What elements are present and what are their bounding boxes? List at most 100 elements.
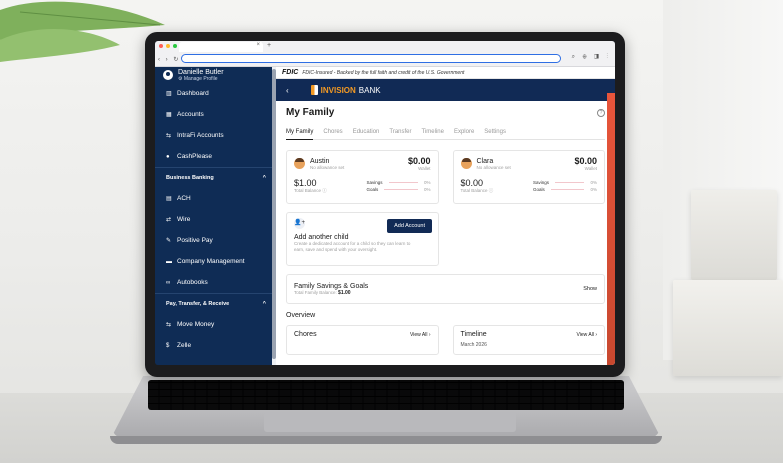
savings-meter: Savings 0%	[367, 180, 431, 185]
goals-label: Goals	[366, 187, 379, 192]
sidebar-item-dashboard[interactable]: ▥ Dashboard	[155, 83, 276, 104]
sidebar-item-icon: ▥	[166, 91, 172, 97]
sidebar-item-icon: ∞	[166, 279, 171, 286]
tab-education[interactable]: Education	[353, 129, 380, 135]
profile-name: Danielle Butler	[178, 68, 224, 76]
add-child-description: Create a dedicated account for a child s…	[294, 241, 411, 252]
sidebar-item-label: Zelle	[177, 342, 192, 349]
allowance-status: No allowance set	[476, 164, 511, 170]
timeline-card: Timeline View All › March 2026	[452, 325, 605, 355]
laptop-screen: × + ‹ › ↻ ⓘ ⌕ ⊕ ◨ ⋮ Danielle Butler ⚙ Ma…	[155, 41, 615, 365]
brand-header: ‹ INVISION BANK	[276, 79, 615, 101]
allowance-status: No allowance set	[310, 164, 345, 170]
sidebar-item-icon: ✎	[166, 238, 172, 244]
fdic-logo: FDIC	[282, 69, 299, 76]
tab-transfer[interactable]: Transfer	[389, 129, 411, 135]
add-person-icon: 👤+	[294, 218, 305, 229]
tab-my-family[interactable]: My Family	[286, 129, 314, 140]
savings-label: Savings	[533, 180, 550, 185]
section-label: Business Banking	[166, 175, 214, 181]
sidebar-item-label: IntraFi Accounts	[177, 132, 224, 139]
tab-timeline[interactable]: Timeline	[422, 129, 444, 135]
browser-toolbar-icons[interactable]: ⌕ ⊕ ◨ ⋮	[572, 54, 611, 61]
goals-percent: 0%	[423, 187, 431, 192]
sidebar-item-autobooks[interactable]: ∞ Autobooks	[155, 272, 276, 293]
sidebar-item-ach[interactable]: ▤ ACH	[155, 188, 276, 209]
show-button[interactable]: Show	[583, 286, 597, 292]
sidebar-item-icon: ●	[166, 153, 170, 160]
savings-progress-track	[388, 182, 418, 183]
family-balance-label: Total Family Balance:	[294, 289, 337, 295]
sidebar-item-icon: ⇆	[166, 322, 172, 328]
fdic-banner: FDIC FDIC-Insured - Backed by the full f…	[276, 67, 615, 79]
section-label: Pay, Transfer, & Receive	[166, 301, 230, 307]
sidebar-item-label: Positive Pay	[177, 237, 213, 244]
wallet-label: Wallet	[418, 166, 431, 171]
total-balance-amount: $1.00	[294, 178, 317, 188]
manage-profile-link[interactable]: ⚙ Manage Profile	[178, 76, 224, 82]
sidebar-item-wire[interactable]: ⇄ Wire	[155, 209, 276, 230]
close-window-icon[interactable]	[159, 44, 163, 48]
total-balance-label: Total Balance ⓘ	[294, 188, 327, 193]
tab-chores[interactable]: Chores	[323, 129, 342, 135]
goals-label: Goals	[533, 187, 545, 192]
sidebar-item-cashplease[interactable]: ● CashPlease	[155, 146, 276, 167]
browser-chrome: × + ‹ › ↻ ⓘ ⌕ ⊕ ◨ ⋮	[155, 41, 615, 67]
sidebar-item-accounts[interactable]: ▦ Accounts	[155, 104, 276, 125]
family-balance-amount: $1.00	[338, 289, 351, 296]
tab-settings[interactable]: Settings	[484, 129, 506, 135]
child-card[interactable]: Clara No allowance set $0.00 Wallet $0.00 Tot…	[452, 150, 605, 204]
savings-percent: 0%	[423, 180, 431, 185]
overview-heading: Overview	[286, 312, 316, 319]
desktop-wallpaper-edge	[607, 93, 615, 365]
sidebar-item-label: Autobooks	[177, 279, 208, 286]
goals-meter: Goals 0%	[533, 187, 597, 192]
goals-progress-track	[384, 189, 418, 190]
section-business-banking[interactable]: Business Banking ^	[155, 167, 276, 188]
app-window: Danielle Butler ⚙ Manage Profile ▥ Dashbo…	[155, 67, 615, 365]
bank-logo: INVISION BANK	[310, 85, 381, 95]
help-icon[interactable]: ?	[597, 108, 605, 117]
sidebar-item-zelle[interactable]: $ Zelle	[155, 335, 276, 356]
maximize-window-icon[interactable]	[173, 44, 177, 48]
chevron-up-icon: ^	[262, 301, 266, 307]
wallet-label: Wallet	[584, 166, 597, 171]
chores-card: Chores View All ›	[286, 325, 439, 355]
new-tab-icon[interactable]: +	[267, 42, 271, 49]
total-balance-label: Total Balance ⓘ	[460, 188, 494, 193]
sidebar: Danielle Butler ⚙ Manage Profile ▥ Dashbo…	[155, 67, 276, 365]
sidebar-item-company-management[interactable]: ▬ Company Management	[155, 251, 276, 272]
back-arrow-icon[interactable]: ‹	[286, 86, 289, 95]
sidebar-item-move-money[interactable]: ⇆ Move Money	[155, 314, 276, 335]
laptop-front-edge	[110, 436, 662, 444]
chores-title: Chores	[294, 331, 317, 338]
laptop-trackpad	[264, 412, 516, 432]
window-controls[interactable]	[159, 44, 177, 48]
timeline-title: Timeline	[460, 331, 487, 338]
profile-header[interactable]: Danielle Butler ⚙ Manage Profile	[155, 67, 276, 83]
sidebar-item-label: Dashboard	[177, 90, 209, 97]
add-account-button[interactable]: Add Account	[387, 219, 432, 233]
browser-tab[interactable]: ×	[179, 42, 263, 52]
tab-close-icon[interactable]: ×	[256, 42, 260, 48]
timeline-view-all-link[interactable]: View All ›	[577, 332, 597, 338]
family-savings-card: Family Savings & Goals Total Family Bala…	[286, 274, 605, 304]
address-bar[interactable]	[181, 54, 561, 63]
family-balance-line: Total Family Balance: $1.00	[294, 290, 368, 296]
user-avatar-icon	[163, 70, 173, 80]
minimize-window-icon[interactable]	[166, 44, 170, 48]
sidebar-item-intrafi-accounts[interactable]: ⇆ IntraFi Accounts	[155, 125, 276, 146]
sidebar-item-positive-pay[interactable]: ✎ Positive Pay	[155, 230, 276, 251]
tab-explore[interactable]: Explore	[454, 129, 474, 135]
total-balance-amount: $0.00	[460, 178, 484, 188]
add-child-card: 👤+ Add Account Add another child Create …	[286, 212, 439, 266]
sidebar-item-icon: ⇄	[166, 217, 172, 223]
goals-percent: 0%	[590, 187, 597, 192]
add-child-title: Add another child	[294, 234, 349, 241]
chores-view-all-link[interactable]: View All ›	[410, 332, 430, 338]
bank-name-bold: INVISION	[320, 85, 356, 95]
savings-percent: 0%	[590, 180, 597, 185]
section-pay-transfer-receive[interactable]: Pay, Transfer, & Receive ^	[155, 293, 276, 314]
child-card[interactable]: Austin No allowance set $0.00 Wallet $1.00 To…	[286, 150, 439, 204]
timeline-month: March 2026	[460, 342, 487, 348]
